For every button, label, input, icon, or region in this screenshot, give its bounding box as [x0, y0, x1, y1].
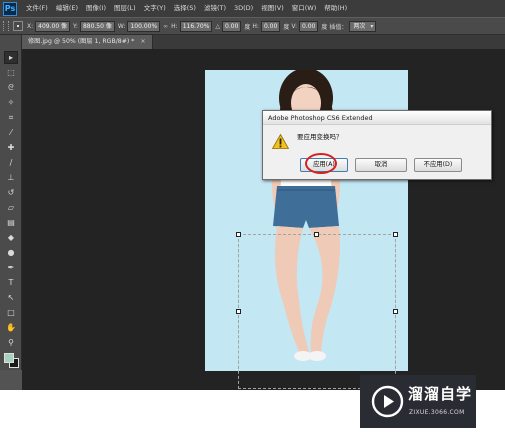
stamp-tool-icon[interactable]: ⊥ — [4, 171, 18, 184]
rotate-unit: 度 — [244, 23, 251, 31]
eraser-tool-icon[interactable]: ▱ — [4, 201, 18, 214]
dont-apply-button[interactable]: 不应用(D) — [414, 158, 462, 172]
link-icon[interactable]: ∞ — [163, 23, 168, 30]
h-skew-label: H: — [252, 22, 259, 30]
v-skew-field[interactable]: 0.00 — [298, 20, 319, 32]
menu-edit[interactable]: 编辑(E) — [52, 0, 82, 17]
move-tool-icon[interactable]: ▸ — [4, 51, 18, 64]
play-logo-icon — [371, 385, 404, 418]
transform-handle[interactable] — [314, 232, 319, 237]
y-field[interactable]: 880.50 像 — [79, 20, 115, 32]
v-skew-unit: 度 — [321, 23, 328, 31]
dialog-title: Adobe Photoshop CS6 Extended — [263, 111, 491, 125]
h-skew-unit: 度 — [283, 23, 290, 31]
menu-view[interactable]: 视图(V) — [257, 0, 288, 17]
healing-tool-icon[interactable]: ✚ — [4, 141, 18, 154]
y-label: Y: — [73, 22, 78, 30]
dialog-message: 要应用变换吗？ — [297, 133, 343, 141]
cancel-button[interactable]: 取消 — [355, 158, 407, 172]
watermark: 溜溜自学 ZIXUE.3066.COM — [360, 375, 476, 428]
menu-bar: Ps 文件(F) 编辑(E) 图像(I) 图层(L) 文字(Y) 选择(S) 滤… — [0, 0, 505, 17]
pen-tool-icon[interactable]: ✒ — [4, 261, 18, 274]
interpolation-label: 插值： — [329, 23, 348, 31]
screenshot: Ps 文件(F) 编辑(E) 图像(I) 图层(L) 文字(Y) 选择(S) 滤… — [0, 0, 505, 440]
height-field[interactable]: 116.70% — [179, 20, 213, 32]
interpolation-select[interactable]: 两次 — [349, 20, 377, 32]
menu-filter[interactable]: 滤镜(T) — [200, 0, 230, 17]
menu-help[interactable]: 帮助(H) — [320, 0, 351, 17]
h-skew-field[interactable]: 0.00 — [260, 20, 281, 32]
photoshop-logo: Ps — [3, 1, 17, 16]
h-label: H: — [171, 22, 178, 30]
v-skew-label: V: — [291, 22, 297, 30]
transform-handle[interactable] — [393, 232, 398, 237]
menu-layer[interactable]: 图层(L) — [110, 0, 140, 17]
zoom-tool-icon[interactable]: ⚲ — [4, 336, 18, 349]
blur-tool-icon[interactable]: ◆ — [4, 231, 18, 244]
menu-image[interactable]: 图像(I) — [82, 0, 110, 17]
crop-tool-icon[interactable]: ⌗ — [4, 111, 18, 124]
x-field[interactable]: 409.00 像 — [35, 20, 71, 32]
document-tab-label: 修图.jpg @ 50% (图层 1, RGB/8#) * — [28, 38, 135, 45]
highlight-circle — [305, 153, 337, 174]
width-field[interactable]: 100.00% — [127, 20, 161, 32]
shape-tool-icon[interactable]: □ — [4, 306, 18, 319]
foreground-color-swatch[interactable] — [4, 353, 14, 363]
path-select-tool-icon[interactable]: ↖ — [4, 291, 18, 304]
gradient-tool-icon[interactable]: ▤ — [4, 216, 18, 229]
menu-window[interactable]: 窗口(W) — [288, 0, 321, 17]
reference-point-icon[interactable] — [13, 21, 23, 31]
menu-file[interactable]: 文件(F) — [22, 0, 52, 17]
warning-icon — [272, 134, 289, 149]
document-tab[interactable]: 修图.jpg @ 50% (图层 1, RGB/8#) * × — [22, 35, 153, 49]
hand-tool-icon[interactable]: ✋ — [4, 321, 18, 334]
transform-handle[interactable] — [393, 309, 398, 314]
brush-tool-icon[interactable]: ∕ — [4, 156, 18, 169]
history-brush-tool-icon[interactable]: ↺ — [4, 186, 18, 199]
menu-select[interactable]: 选择(S) — [170, 0, 200, 17]
menu-type[interactable]: 文字(Y) — [140, 0, 170, 17]
lasso-tool-icon[interactable]: ᘓ — [4, 81, 18, 94]
options-grip[interactable] — [3, 21, 9, 31]
canvas-area[interactable] — [22, 49, 505, 390]
document-tab-bar: 修图.jpg @ 50% (图层 1, RGB/8#) * × — [22, 35, 505, 49]
eyedropper-tool-icon[interactable]: ⁄ — [4, 126, 18, 139]
w-label: W: — [117, 22, 126, 30]
quick-select-tool-icon[interactable]: ✧ — [4, 96, 18, 109]
toolbox: ▸ ⬚ ᘓ ✧ ⌗ ⁄ ✚ ∕ ⊥ ↺ ▱ ▤ ◆ ● ✒ T ↖ □ ✋ ⚲ — [0, 35, 22, 370]
watermark-title: 溜溜自学 — [408, 385, 473, 403]
apply-transform-dialog: Adobe Photoshop CS6 Extended 要应用变换吗？ 应用(… — [262, 110, 492, 180]
menu-3d[interactable]: 3D(D) — [230, 0, 257, 17]
marquee-tool-icon[interactable]: ⬚ — [4, 66, 18, 79]
transform-handle[interactable] — [236, 232, 241, 237]
rotate-icon: △ — [215, 22, 221, 30]
options-bar: X: 409.00 像 Y: 880.50 像 W: 100.00% ∞ H: … — [0, 17, 505, 35]
transform-handle[interactable] — [236, 309, 241, 314]
rotate-field[interactable]: 0.00 — [222, 20, 242, 32]
transform-selection[interactable] — [236, 232, 398, 389]
dodge-tool-icon[interactable]: ● — [4, 246, 18, 259]
type-tool-icon[interactable]: T — [4, 276, 18, 289]
close-icon[interactable]: × — [140, 38, 145, 45]
watermark-subtitle: ZIXUE.3066.COM — [409, 409, 465, 416]
x-label: X: — [27, 22, 34, 30]
photoshop-window: Ps 文件(F) 编辑(E) 图像(I) 图层(L) 文字(Y) 选择(S) 滤… — [0, 0, 505, 390]
